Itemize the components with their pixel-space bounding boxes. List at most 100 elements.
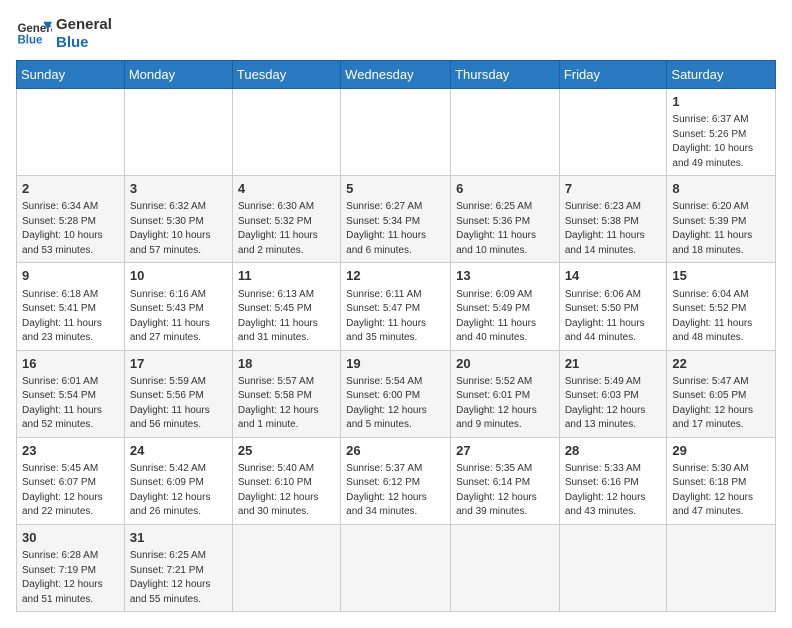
calendar-cell: 28 Sunrise: 5:33 AM Sunset: 6:16 PM Dayli… (559, 437, 667, 524)
calendar-cell: 12 Sunrise: 6:11 AM Sunset: 5:47 PM Dayli… (341, 263, 451, 350)
day-info: Sunrise: 5:40 AM Sunset: 6:10 PM Dayligh… (238, 462, 335, 520)
day-number: 28 (565, 442, 662, 460)
calendar-cell: 31 Sunrise: 6:25 AM Sunset: 7:21 PM Dayli… (124, 524, 232, 611)
day-number: 21 (565, 355, 662, 373)
day-info: Sunrise: 6:18 AM Sunset: 5:41 PM Dayligh… (22, 288, 119, 346)
calendar-table: SundayMondayTuesdayWednesdayThursdayFrid… (16, 60, 776, 612)
day-number: 7 (565, 180, 662, 198)
weekday-header-saturday: Saturday (667, 61, 776, 89)
day-info: Sunrise: 5:33 AM Sunset: 6:16 PM Dayligh… (565, 462, 662, 520)
calendar-cell: 14 Sunrise: 6:06 AM Sunset: 5:50 PM Dayli… (559, 263, 667, 350)
calendar-cell: 17Sunrise: 5:59 AM Sunset: 5:56 PM Dayli… (124, 350, 232, 437)
logo-icon: General Blue (16, 16, 52, 52)
calendar-cell (124, 89, 232, 176)
calendar-cell: 9 Sunrise: 6:18 AM Sunset: 5:41 PM Daylig… (17, 263, 125, 350)
weekday-header-monday: Monday (124, 61, 232, 89)
calendar-cell: 4 Sunrise: 6:30 AM Sunset: 5:32 PM Daylig… (232, 176, 340, 263)
day-number: 10 (130, 267, 227, 285)
calendar-week-row: 2Sunrise: 6:34 AM Sunset: 5:28 PM Daylig… (17, 176, 776, 263)
weekday-header-tuesday: Tuesday (232, 61, 340, 89)
calendar-cell: 22Sunrise: 5:47 AM Sunset: 6:05 PM Dayli… (667, 350, 776, 437)
day-info: Sunrise: 5:59 AM Sunset: 5:56 PM Dayligh… (130, 375, 227, 433)
calendar-cell: 16 Sunrise: 6:01 AM Sunset: 5:54 PM Dayli… (17, 350, 125, 437)
day-number: 4 (238, 180, 335, 198)
day-number: 8 (672, 180, 770, 198)
calendar-cell: 6Sunrise: 6:25 AM Sunset: 5:36 PM Daylig… (451, 176, 560, 263)
day-number: 30 (22, 529, 119, 547)
calendar-cell: 8 Sunrise: 6:20 AM Sunset: 5:39 PM Daylig… (667, 176, 776, 263)
day-number: 11 (238, 267, 335, 285)
day-info: Sunrise: 6:32 AM Sunset: 5:30 PM Dayligh… (130, 200, 227, 258)
day-info: Sunrise: 6:06 AM Sunset: 5:50 PM Dayligh… (565, 288, 662, 346)
calendar-week-row: 23Sunrise: 5:45 AM Sunset: 6:07 PM Dayli… (17, 437, 776, 524)
calendar-week-row: 30Sunrise: 6:28 AM Sunset: 7:19 PM Dayli… (17, 524, 776, 611)
calendar-cell: 11 Sunrise: 6:13 AM Sunset: 5:45 PM Dayli… (232, 263, 340, 350)
weekday-header-row: SundayMondayTuesdayWednesdayThursdayFrid… (17, 61, 776, 89)
calendar-cell: 26 Sunrise: 5:37 AM Sunset: 6:12 PM Dayli… (341, 437, 451, 524)
calendar-cell: 29Sunrise: 5:30 AM Sunset: 6:18 PM Dayli… (667, 437, 776, 524)
calendar-cell: 27Sunrise: 5:35 AM Sunset: 6:14 PM Dayli… (451, 437, 560, 524)
day-info: Sunrise: 6:34 AM Sunset: 5:28 PM Dayligh… (22, 200, 119, 258)
calendar-cell: 10 Sunrise: 6:16 AM Sunset: 5:43 PM Dayli… (124, 263, 232, 350)
calendar-cell (341, 89, 451, 176)
day-number: 9 (22, 267, 119, 285)
svg-text:Blue: Blue (17, 34, 43, 46)
calendar-cell: 5Sunrise: 6:27 AM Sunset: 5:34 PM Daylig… (341, 176, 451, 263)
day-number: 1 (672, 93, 770, 111)
weekday-header-thursday: Thursday (451, 61, 560, 89)
logo-general: General (56, 16, 112, 34)
day-number: 24 (130, 442, 227, 460)
calendar-week-row: 1 Sunrise: 6:37 AM Sunset: 5:26 PM Daylig… (17, 89, 776, 176)
day-number: 23 (22, 442, 119, 460)
day-number: 5 (346, 180, 445, 198)
calendar-week-row: 16 Sunrise: 6:01 AM Sunset: 5:54 PM Dayli… (17, 350, 776, 437)
day-info: Sunrise: 5:49 AM Sunset: 6:03 PM Dayligh… (565, 375, 662, 433)
day-number: 12 (346, 267, 445, 285)
day-info: Sunrise: 5:37 AM Sunset: 6:12 PM Dayligh… (346, 462, 445, 520)
calendar-cell (232, 89, 340, 176)
calendar-cell: 25 Sunrise: 5:40 AM Sunset: 6:10 PM Dayli… (232, 437, 340, 524)
day-number: 26 (346, 442, 445, 460)
calendar-cell (17, 89, 125, 176)
day-number: 27 (456, 442, 554, 460)
day-info: Sunrise: 6:25 AM Sunset: 7:21 PM Dayligh… (130, 549, 227, 607)
day-info: Sunrise: 6:25 AM Sunset: 5:36 PM Dayligh… (456, 200, 554, 258)
calendar-cell: 20 Sunrise: 5:52 AM Sunset: 6:01 PM Dayli… (451, 350, 560, 437)
calendar-cell: 24 Sunrise: 5:42 AM Sunset: 6:09 PM Dayli… (124, 437, 232, 524)
day-info: Sunrise: 5:42 AM Sunset: 6:09 PM Dayligh… (130, 462, 227, 520)
day-info: Sunrise: 6:20 AM Sunset: 5:39 PM Dayligh… (672, 200, 770, 258)
day-info: Sunrise: 6:04 AM Sunset: 5:52 PM Dayligh… (672, 288, 770, 346)
day-number: 18 (238, 355, 335, 373)
calendar-cell: 2Sunrise: 6:34 AM Sunset: 5:28 PM Daylig… (17, 176, 125, 263)
calendar-cell: 3 Sunrise: 6:32 AM Sunset: 5:30 PM Daylig… (124, 176, 232, 263)
day-info: Sunrise: 6:13 AM Sunset: 5:45 PM Dayligh… (238, 288, 335, 346)
day-number: 13 (456, 267, 554, 285)
day-number: 29 (672, 442, 770, 460)
day-number: 16 (22, 355, 119, 373)
calendar-cell (451, 524, 560, 611)
day-number: 22 (672, 355, 770, 373)
calendar-cell: 19Sunrise: 5:54 AM Sunset: 6:00 PM Dayli… (341, 350, 451, 437)
calendar-cell: 15Sunrise: 6:04 AM Sunset: 5:52 PM Dayli… (667, 263, 776, 350)
day-info: Sunrise: 5:57 AM Sunset: 5:58 PM Dayligh… (238, 375, 335, 433)
day-number: 31 (130, 529, 227, 547)
day-info: Sunrise: 6:37 AM Sunset: 5:26 PM Dayligh… (672, 113, 770, 171)
day-info: Sunrise: 6:30 AM Sunset: 5:32 PM Dayligh… (238, 200, 335, 258)
day-number: 25 (238, 442, 335, 460)
calendar-cell: 1 Sunrise: 6:37 AM Sunset: 5:26 PM Daylig… (667, 89, 776, 176)
day-info: Sunrise: 6:11 AM Sunset: 5:47 PM Dayligh… (346, 288, 445, 346)
calendar-cell: 23Sunrise: 5:45 AM Sunset: 6:07 PM Dayli… (17, 437, 125, 524)
calendar-cell: 30Sunrise: 6:28 AM Sunset: 7:19 PM Dayli… (17, 524, 125, 611)
calendar-cell: 13Sunrise: 6:09 AM Sunset: 5:49 PM Dayli… (451, 263, 560, 350)
day-number: 14 (565, 267, 662, 285)
day-info: Sunrise: 6:16 AM Sunset: 5:43 PM Dayligh… (130, 288, 227, 346)
day-info: Sunrise: 5:54 AM Sunset: 6:00 PM Dayligh… (346, 375, 445, 433)
day-number: 20 (456, 355, 554, 373)
day-info: Sunrise: 5:52 AM Sunset: 6:01 PM Dayligh… (456, 375, 554, 433)
logo-blue: Blue (56, 34, 112, 52)
day-number: 3 (130, 180, 227, 198)
calendar-cell (341, 524, 451, 611)
day-info: Sunrise: 6:01 AM Sunset: 5:54 PM Dayligh… (22, 375, 119, 433)
calendar-cell: 7Sunrise: 6:23 AM Sunset: 5:38 PM Daylig… (559, 176, 667, 263)
calendar-week-row: 9 Sunrise: 6:18 AM Sunset: 5:41 PM Daylig… (17, 263, 776, 350)
